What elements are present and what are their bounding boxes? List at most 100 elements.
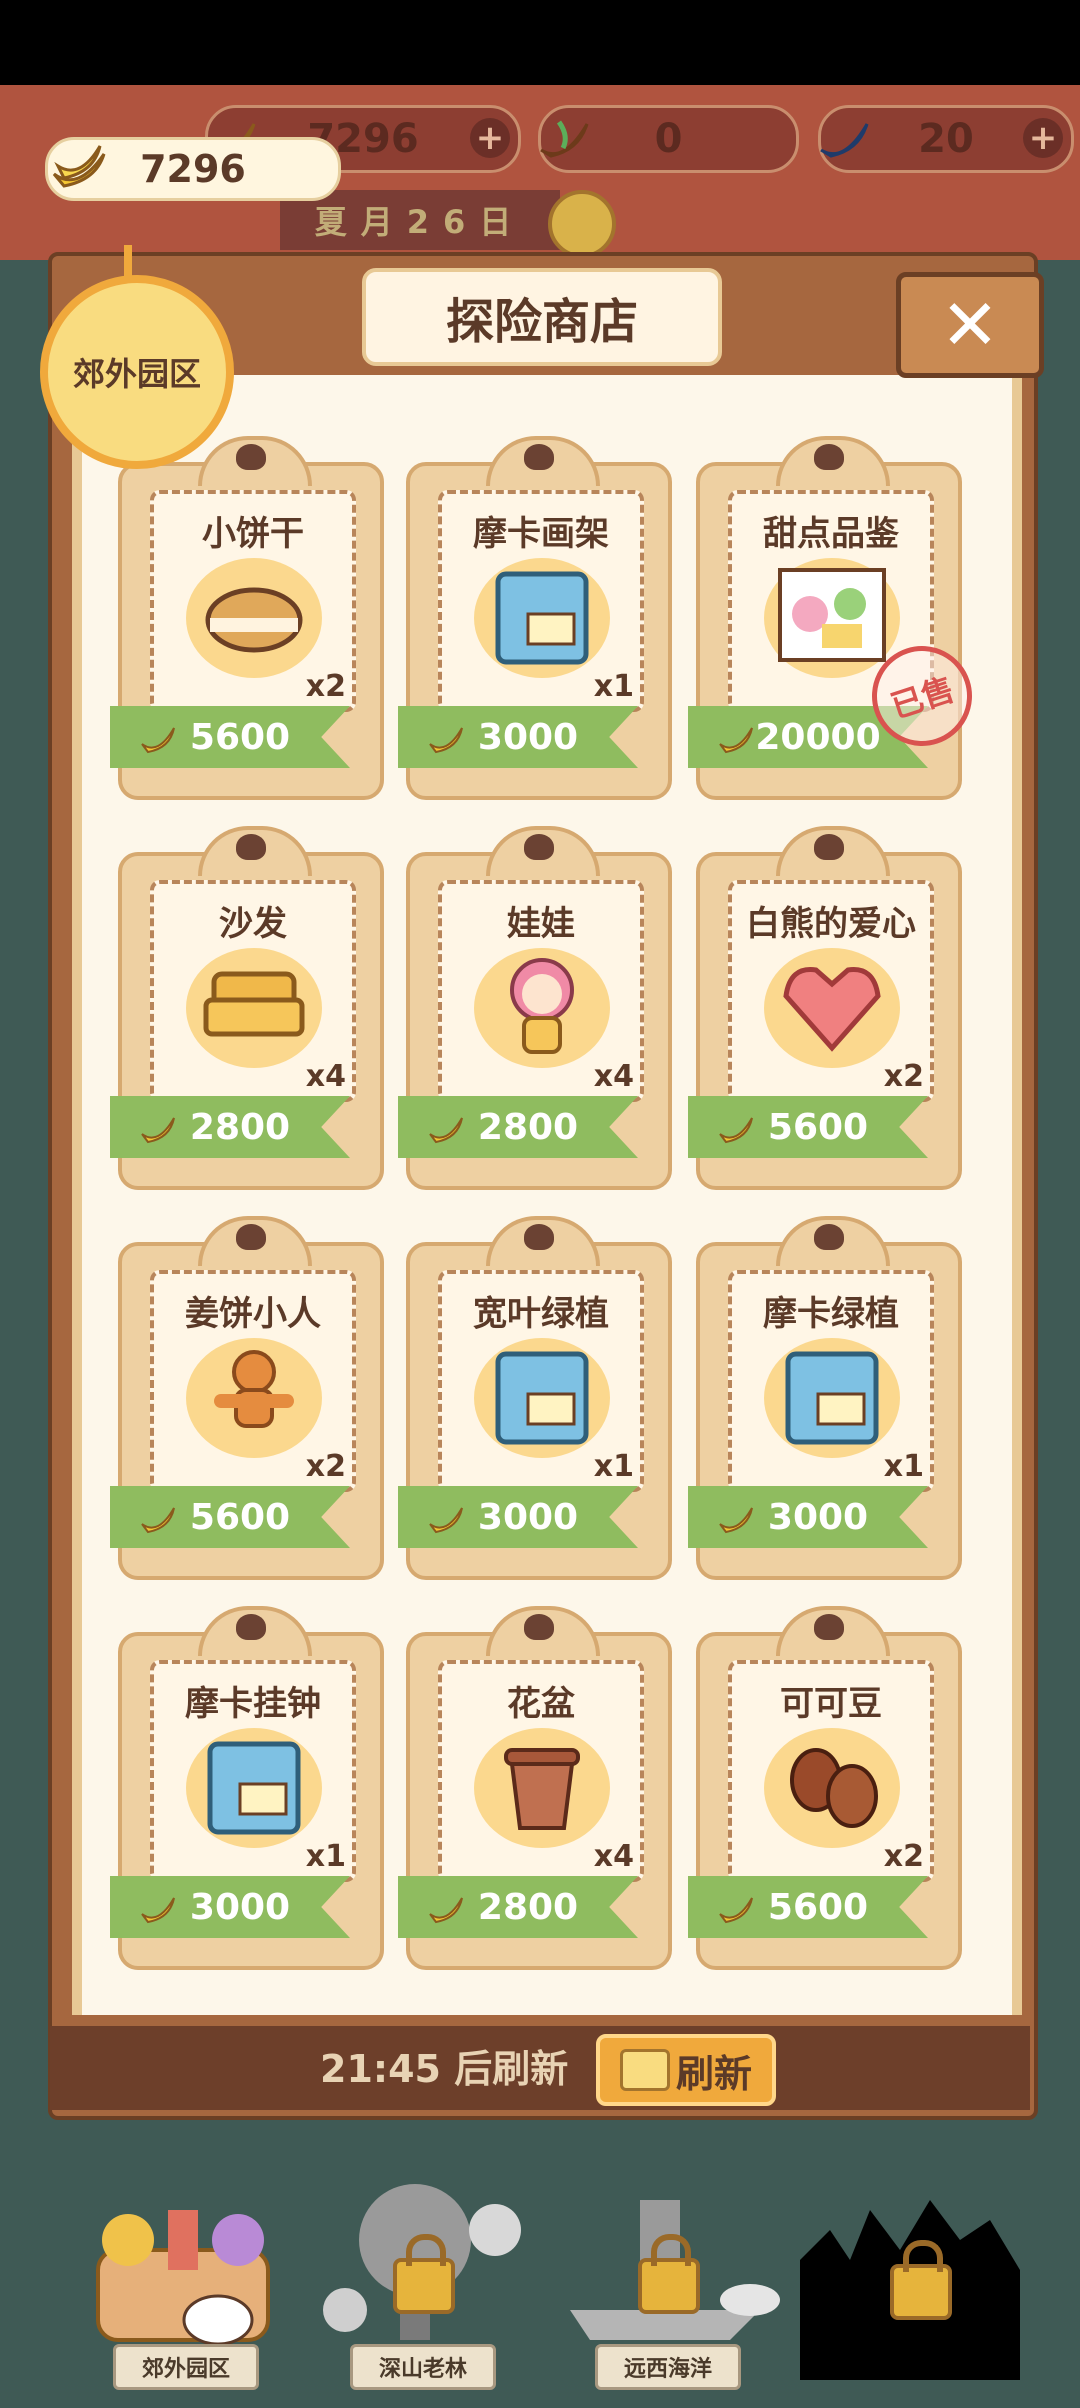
blue-add-button[interactable]: +: [1023, 118, 1063, 158]
item-quantity: x1: [305, 1839, 346, 1874]
sold-stamp-text: 已售: [886, 669, 959, 726]
banana-icon: [719, 1117, 753, 1144]
flowerpot-icon: [504, 1748, 580, 1830]
shop-item-card[interactable]: 白熊的爱心 x2 5600: [688, 826, 962, 1190]
sun-icon: [548, 190, 616, 258]
banana-icon: [719, 1507, 753, 1534]
price-ribbon[interactable]: 3000: [398, 1486, 638, 1548]
location-label: 深山老林: [378, 2357, 467, 2382]
shop-item-card[interactable]: 摩卡画架 x1 3000: [398, 436, 672, 800]
refresh-ticket-icon: [619, 2049, 670, 2091]
item-price: 3000: [767, 1496, 869, 1538]
item-frame: 小饼干 x2: [150, 490, 356, 712]
item-quantity: x2: [305, 1449, 346, 1484]
blueprint-icon: [785, 1351, 879, 1445]
nail-icon: [236, 834, 266, 860]
item-frame: 宽叶绿植 x1: [438, 1270, 644, 1492]
shop-item-card[interactable]: 甜点品鉴 20000 已售: [688, 436, 986, 800]
refresh-button-label: 刷新: [675, 2051, 752, 2096]
shop-item-card[interactable]: 摩卡绿植 x1 3000: [688, 1216, 962, 1580]
item-quantity: x2: [883, 1059, 924, 1094]
blue-banana-icon: [820, 123, 869, 158]
status-bar: [0, 0, 1080, 85]
banana-icon: [141, 727, 175, 754]
shop-item-card[interactable]: 摩卡挂钟 x1 3000: [110, 1606, 384, 1970]
banana-icon: [719, 727, 753, 754]
shop-title-text: 探险商店: [445, 294, 638, 350]
dessert-picture-icon: [778, 568, 886, 662]
close-button[interactable]: ✕: [896, 272, 1044, 378]
blue-currency[interactable]: 20 +: [818, 105, 1074, 173]
blueprint-icon: [495, 571, 589, 665]
cookie-icon: [205, 587, 303, 653]
item-quantity: x4: [593, 1059, 634, 1094]
location-forest[interactable]: 深山老林: [305, 2180, 535, 2390]
item-frame: 沙发 x4: [150, 880, 356, 1102]
shop-item-card[interactable]: 花盆 x4 2800: [398, 1606, 672, 1970]
banana-icon: [719, 1897, 753, 1924]
price-ribbon[interactable]: 5600: [688, 1096, 928, 1158]
blue-currency-value: 20: [918, 116, 974, 162]
price-ribbon[interactable]: 5600: [110, 1486, 350, 1548]
item-price: 5600: [189, 1496, 291, 1538]
price-ribbon[interactable]: 3000: [398, 706, 638, 768]
nail-icon: [236, 1614, 266, 1640]
suburb-park-icon: [96, 2210, 270, 2346]
item-frame: 姜饼小人 x2: [150, 1270, 356, 1492]
nail-icon: [524, 834, 554, 860]
location-hidden[interactable]: [790, 2180, 1040, 2390]
price-ribbon[interactable]: 5600: [688, 1876, 928, 1938]
date-text: 夏月26日: [314, 203, 526, 241]
price-ribbon[interactable]: 3000: [110, 1876, 350, 1938]
item-frame: 白熊的爱心 x2: [728, 880, 934, 1102]
nail-icon: [524, 444, 554, 470]
price-ribbon[interactable]: 5600: [110, 706, 350, 768]
refresh-button[interactable]: 刷新: [596, 2034, 776, 2106]
blueprint-icon: [207, 1741, 301, 1835]
banana-bunch-icon: [52, 145, 106, 188]
item-quantity: x1: [883, 1449, 924, 1484]
item-quantity: x2: [883, 1839, 924, 1874]
fire-currency[interactable]: 0: [538, 105, 799, 173]
item-quantity: x4: [593, 1839, 634, 1874]
item-price: 2800: [477, 1886, 579, 1928]
lock-icon: [638, 2234, 700, 2314]
item-price: 5600: [189, 716, 291, 758]
lock-icon: [890, 2240, 952, 2320]
item-name: 宽叶绿植: [473, 1294, 609, 1334]
fire-currency-value: 0: [654, 116, 683, 162]
lock-icon: [393, 2234, 455, 2314]
price-ribbon[interactable]: 2800: [110, 1096, 350, 1158]
price-ribbon[interactable]: 2800: [398, 1096, 638, 1158]
shop-item-card[interactable]: 姜饼小人 x2 5600: [110, 1216, 384, 1580]
shop-item-card[interactable]: 小饼干 x2 5600: [110, 436, 384, 800]
banana-add-button[interactable]: +: [470, 118, 510, 158]
shop-item-card[interactable]: 可可豆 x2 5600: [688, 1606, 962, 1970]
item-name: 小饼干: [202, 514, 304, 554]
item-price: 3000: [189, 1886, 291, 1928]
nail-icon: [814, 444, 844, 470]
shop-item-card[interactable]: 沙发 x4 2800: [110, 826, 384, 1190]
close-icon: ✕: [940, 284, 1000, 366]
shop-item-card[interactable]: 宽叶绿植 x1 3000: [398, 1216, 672, 1580]
item-name: 沙发: [219, 904, 287, 944]
item-frame: 摩卡绿植 x1: [728, 1270, 934, 1492]
nail-icon: [524, 1224, 554, 1250]
nail-icon: [236, 1224, 266, 1250]
shop-item-card[interactable]: 娃娃 x4 2800: [398, 826, 672, 1190]
banana-icon: [429, 1117, 463, 1144]
item-name: 摩卡绿植: [763, 1294, 899, 1334]
location-ocean[interactable]: 远西海洋: [550, 2180, 780, 2390]
item-name: 姜饼小人: [185, 1294, 321, 1334]
item-price: 2800: [477, 1106, 579, 1148]
item-frame: 可可豆 x2: [728, 1660, 934, 1882]
item-quantity: x2: [305, 669, 346, 704]
item-frame: 娃娃 x4: [438, 880, 644, 1102]
location-suburb[interactable]: 郊外园区: [68, 2180, 298, 2390]
item-name: 甜点品鉴: [763, 514, 899, 554]
price-ribbon[interactable]: 3000: [688, 1486, 928, 1548]
item-quantity: x1: [593, 669, 634, 704]
price-ribbon[interactable]: 2800: [398, 1876, 638, 1938]
item-price: 3000: [477, 1496, 579, 1538]
nail-icon: [236, 444, 266, 470]
